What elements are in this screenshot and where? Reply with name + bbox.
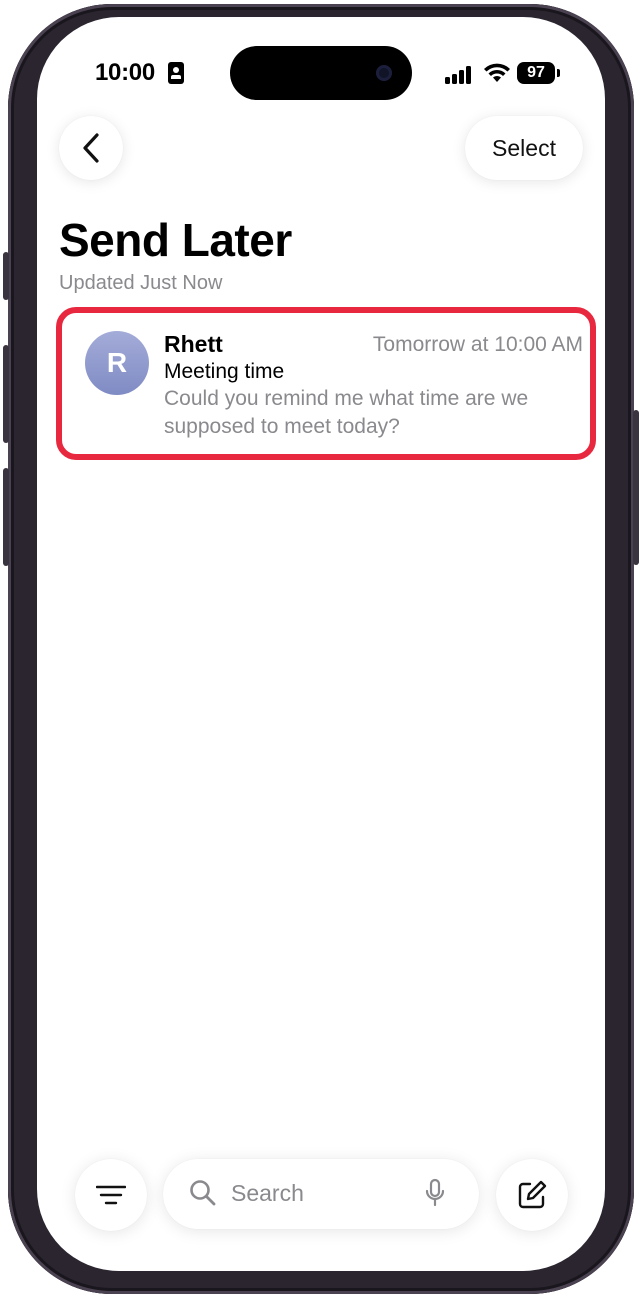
dynamic-island — [230, 46, 412, 100]
volume-down-button — [3, 468, 9, 566]
chevron-left-icon — [83, 133, 99, 163]
microphone-icon[interactable] — [425, 1178, 445, 1208]
wifi-icon — [484, 63, 510, 82]
volume-up-button — [3, 345, 9, 443]
search-placeholder: Search — [231, 1180, 304, 1206]
page-subtitle: Updated Just Now — [59, 272, 223, 294]
battery-tip — [557, 69, 560, 77]
id-card-icon — [168, 62, 184, 84]
filter-button[interactable] — [75, 1159, 147, 1231]
back-button[interactable] — [59, 116, 123, 180]
filter-lines-icon — [96, 1185, 126, 1205]
highlight-outline — [56, 307, 596, 460]
search-field[interactable]: Search — [163, 1159, 479, 1229]
action-button — [3, 252, 9, 300]
cellular-signal-icon — [445, 66, 473, 84]
select-button[interactable]: Select — [465, 116, 583, 180]
compose-button[interactable] — [496, 1159, 568, 1231]
page-title: Send Later — [59, 214, 292, 266]
battery-indicator: 97 — [517, 62, 555, 84]
compose-icon — [518, 1180, 547, 1209]
power-button — [633, 410, 639, 565]
front-camera-icon — [376, 65, 392, 81]
search-icon — [190, 1180, 216, 1206]
home-indicator — [246, 1251, 396, 1257]
status-time: 10:00 — [95, 59, 155, 86]
status-bar: 10:00 97 — [37, 17, 605, 127]
screen: 10:00 97 Select Send Later Updated Just … — [37, 17, 605, 1271]
